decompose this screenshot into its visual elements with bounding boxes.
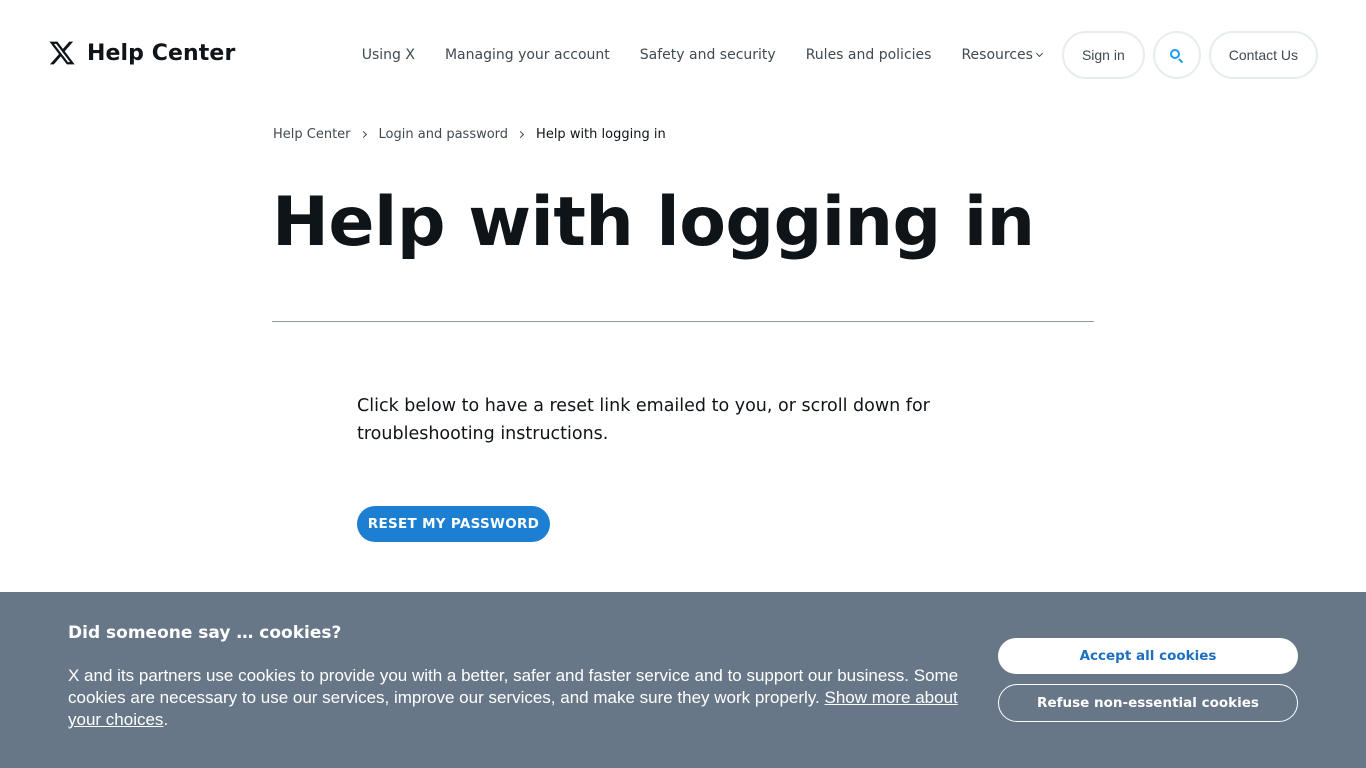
contact-us-button[interactable]: Contact Us — [1208, 31, 1318, 79]
page-title: Help with logging in — [272, 183, 1035, 262]
reset-password-button[interactable]: RESET MY PASSWORD — [357, 506, 550, 542]
nav-safety-security[interactable]: Safety and security — [640, 47, 776, 63]
search-button[interactable] — [1152, 31, 1201, 79]
nav-managing-account[interactable]: Managing your account — [445, 47, 610, 63]
nav-resources[interactable]: Resources — [961, 47, 1043, 63]
refuse-cookies-button[interactable]: Refuse non-essential cookies — [998, 684, 1298, 722]
chevron-down-icon — [1035, 49, 1043, 58]
intro-text: Click below to have a reset link emailed… — [357, 396, 930, 444]
nav-using-x[interactable]: Using X — [362, 47, 415, 63]
nav-resources-label: Resources — [961, 47, 1033, 63]
site-header: Help Center Using X Managing your accoun… — [0, 0, 1366, 112]
chevron-right-icon — [517, 130, 525, 139]
cookie-title: Did someone say … cookies? — [68, 623, 342, 643]
x-logo-icon — [49, 41, 75, 65]
nav-rules-policies[interactable]: Rules and policies — [806, 47, 932, 63]
breadcrumb-help-center[interactable]: Help Center — [273, 127, 351, 142]
accept-cookies-button[interactable]: Accept all cookies — [998, 638, 1298, 674]
sign-in-button[interactable]: Sign in — [1061, 31, 1145, 79]
help-center-logo-link[interactable]: Help Center — [48, 38, 235, 68]
breadcrumb-current: Help with logging in — [536, 127, 666, 142]
main-nav: Using X Managing your account Safety and… — [362, 31, 1318, 79]
chevron-right-icon — [359, 130, 367, 139]
search-icon — [1169, 48, 1184, 63]
title-divider — [272, 321, 1094, 322]
logo-text: Help Center — [87, 40, 236, 66]
cookie-text: X and its partners use cookies to provid… — [68, 665, 968, 731]
cookie-banner: Did someone say … cookies? X and its par… — [0, 592, 1366, 768]
cookie-link-suffix: . — [163, 710, 169, 729]
breadcrumb-login-password[interactable]: Login and password — [379, 127, 509, 142]
breadcrumb: Help Center Login and password Help with… — [273, 127, 666, 142]
